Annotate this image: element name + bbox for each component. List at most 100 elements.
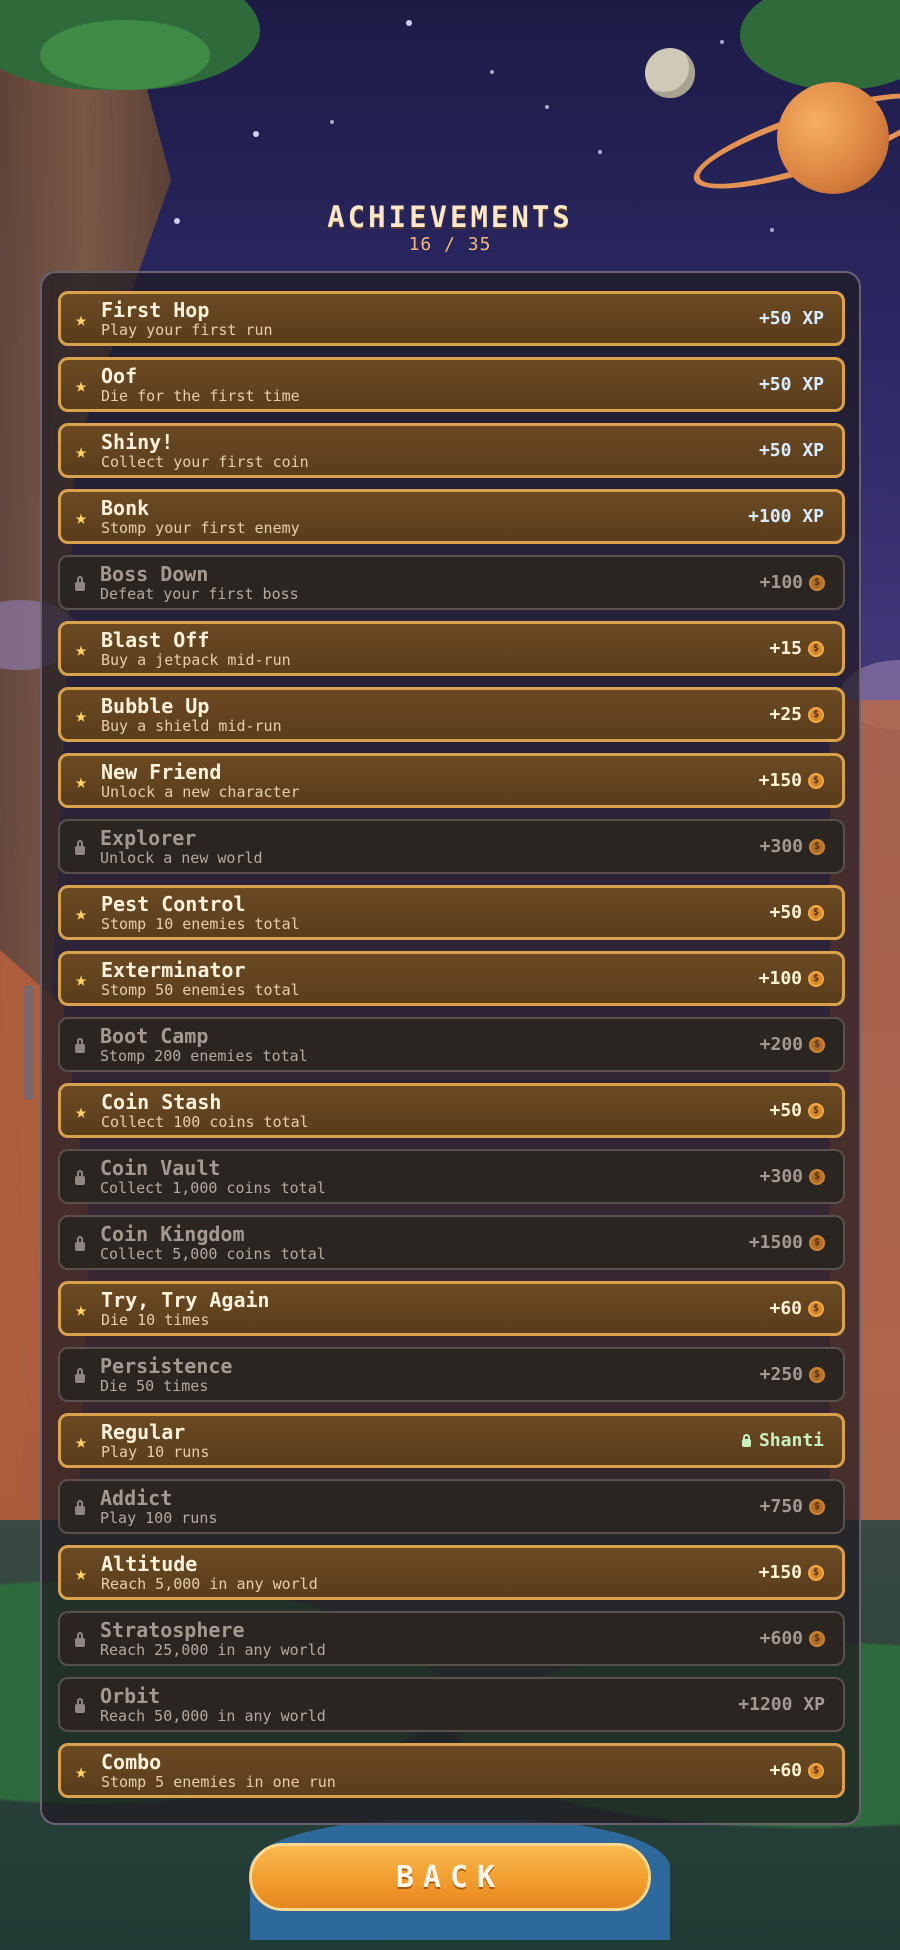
- reward-value: +300: [759, 1166, 803, 1187]
- achievement-reward: +750 $: [760, 1496, 825, 1517]
- lock-icon: [60, 1364, 100, 1385]
- achievement-description: Reach 5,000 in any world: [101, 1574, 318, 1593]
- achievement-row[interactable]: ★ Blast Off Buy a jetpack mid-run +15 $: [58, 621, 845, 676]
- achievement-reward: +150 $: [759, 1562, 824, 1583]
- coin-icon: $: [809, 1168, 825, 1185]
- achievement-row[interactable]: ★ Pest Control Stomp 10 enemies total +50 $: [58, 885, 845, 940]
- achievement-row[interactable]: ★ Altitude Reach 5,000 in any world +150 $: [58, 1545, 845, 1600]
- achievement-reward: +300 $: [760, 836, 825, 857]
- lock-icon: [60, 1694, 100, 1715]
- reward-value: +150: [758, 1562, 802, 1583]
- achievement-name: Oof: [101, 363, 138, 388]
- achievements-list[interactable]: ★ First Hop Play your first run +50 XP ★ Oof D…: [58, 291, 845, 1809]
- achievement-row[interactable]: ★ Regular Play 10 runs Shanti: [58, 1413, 845, 1468]
- reward-value: +50 XP: [758, 374, 824, 395]
- lock-icon: [60, 572, 100, 593]
- achievements-panel[interactable]: ★ First Hop Play your first run +50 XP ★ Oof D…: [40, 271, 861, 1825]
- coin-icon: $: [808, 1102, 824, 1119]
- achievement-row[interactable]: Addict Play 100 runs +750 $: [58, 1479, 845, 1534]
- coin-icon: $: [808, 1762, 824, 1779]
- achievement-reward: +1200 XP: [738, 1694, 825, 1715]
- coin-icon: $: [808, 772, 824, 789]
- star-icon: ★: [74, 372, 88, 397]
- reward-value: +60: [769, 1298, 802, 1319]
- achievement-row[interactable]: Boot Camp Stomp 200 enemies total +200 $: [58, 1017, 845, 1072]
- achievement-row[interactable]: ★ Try, Try Again Die 10 times +60 $: [58, 1281, 845, 1336]
- achievement-text: Bonk Stomp your first enemy: [101, 497, 748, 537]
- star-icon: ★: [74, 1296, 88, 1321]
- achievement-row[interactable]: Stratosphere Reach 25,000 in any world +60…: [58, 1611, 845, 1666]
- achievement-text: Oof Die for the first time: [101, 365, 759, 405]
- reward-value: +60: [769, 1760, 802, 1781]
- lock-icon: [60, 1496, 100, 1517]
- star-icon: ★: [74, 306, 88, 331]
- achievement-reward: +60 $: [769, 1760, 824, 1781]
- coin-icon: $: [808, 1564, 824, 1581]
- achievement-name: Boot Camp: [100, 1023, 209, 1048]
- achievement-reward: +200 $: [760, 1034, 825, 1055]
- achievement-reward: +100 $: [759, 968, 824, 989]
- achievement-text: Combo Stomp 5 enemies in one run: [101, 1751, 769, 1791]
- achievement-text: Coin Stash Collect 100 coins total: [101, 1091, 769, 1131]
- star-icon: ★: [74, 702, 88, 727]
- achievement-row[interactable]: ★ Combo Stomp 5 enemies in one run +60 $: [58, 1743, 845, 1798]
- achievement-text: Altitude Reach 5,000 in any world: [101, 1553, 759, 1593]
- achievement-reward: Shanti: [741, 1430, 824, 1451]
- planet-icon: [777, 82, 889, 194]
- achievement-row[interactable]: ★ Bubble Up Buy a shield mid-run +25 $: [58, 687, 845, 742]
- leaves-top-right: [740, 0, 900, 90]
- achievement-row[interactable]: Explorer Unlock a new world +300 $: [58, 819, 845, 874]
- lock-icon: [60, 1034, 100, 1055]
- achievement-row[interactable]: Persistence Die 50 times +250 $: [58, 1347, 845, 1402]
- achievement-row[interactable]: ★ New Friend Unlock a new character +150 $: [58, 753, 845, 808]
- achievement-text: Orbit Reach 50,000 in any world: [100, 1685, 738, 1725]
- reward-value: +150: [758, 770, 802, 791]
- achievement-description: Stomp your first enemy: [101, 518, 300, 537]
- achievement-text: First Hop Play your first run: [101, 299, 759, 339]
- achievement-text: Shiny! Collect your first coin: [101, 431, 759, 471]
- star: [545, 105, 549, 109]
- achievement-name: New Friend: [101, 759, 222, 784]
- achievement-name: Bonk: [101, 495, 150, 520]
- achievement-text: Blast Off Buy a jetpack mid-run: [101, 629, 769, 669]
- star: [720, 40, 724, 44]
- reward-value: +100: [758, 968, 802, 989]
- achievement-row[interactable]: ★ Bonk Stomp your first enemy +100 XP: [58, 489, 845, 544]
- coin-icon: $: [809, 1234, 825, 1251]
- achievement-text: Exterminator Stomp 50 enemies total: [101, 959, 759, 999]
- achievement-row[interactable]: Coin Vault Collect 1,000 coins total +300 $: [58, 1149, 845, 1204]
- achievement-reward: +60 $: [769, 1298, 824, 1319]
- back-button[interactable]: BACK: [249, 1843, 651, 1911]
- achievement-description: Play your first run: [101, 320, 273, 339]
- achievement-description: Stomp 200 enemies total: [100, 1046, 308, 1065]
- star: [598, 150, 602, 154]
- achievement-description: Buy a shield mid-run: [101, 716, 282, 735]
- achievement-text: Persistence Die 50 times: [100, 1355, 760, 1395]
- achievement-row[interactable]: Coin Kingdom Collect 5,000 coins total +15…: [58, 1215, 845, 1270]
- achievement-row[interactable]: ★ Coin Stash Collect 100 coins total +50 $: [58, 1083, 845, 1138]
- reward-value: +200: [759, 1034, 803, 1055]
- achievement-name: Orbit: [100, 1683, 161, 1708]
- achievement-row[interactable]: ★ Oof Die for the first time +50 XP: [58, 357, 845, 412]
- star-icon: ★: [74, 1758, 88, 1783]
- achievement-name: Shiny!: [101, 429, 174, 454]
- reward-value: +15: [769, 638, 802, 659]
- star: [490, 70, 494, 74]
- achievement-reward: +100 $: [760, 572, 825, 593]
- achievement-reward: +100 XP: [748, 506, 824, 527]
- coin-icon: $: [808, 706, 824, 723]
- coin-icon: $: [808, 640, 824, 657]
- achievement-text: Explorer Unlock a new world: [100, 827, 760, 867]
- achievement-description: Unlock a new world: [100, 848, 263, 867]
- lock-icon: [60, 1628, 100, 1649]
- achievement-row[interactable]: ★ Exterminator Stomp 50 enemies total +100 $: [58, 951, 845, 1006]
- reward-value: +300: [759, 836, 803, 857]
- achievement-row[interactable]: ★ First Hop Play your first run +50 XP: [58, 291, 845, 346]
- achievement-description: Die for the first time: [101, 386, 300, 405]
- scrollbar[interactable]: [24, 985, 34, 1100]
- achievement-reward: +250 $: [760, 1364, 825, 1385]
- achievement-row[interactable]: Boss Down Defeat your first boss +100 $: [58, 555, 845, 610]
- achievement-row[interactable]: ★ Shiny! Collect your first coin +50 XP: [58, 423, 845, 478]
- achievement-name: Combo: [101, 1749, 162, 1774]
- achievement-row[interactable]: Orbit Reach 50,000 in any world +1200 XP: [58, 1677, 845, 1732]
